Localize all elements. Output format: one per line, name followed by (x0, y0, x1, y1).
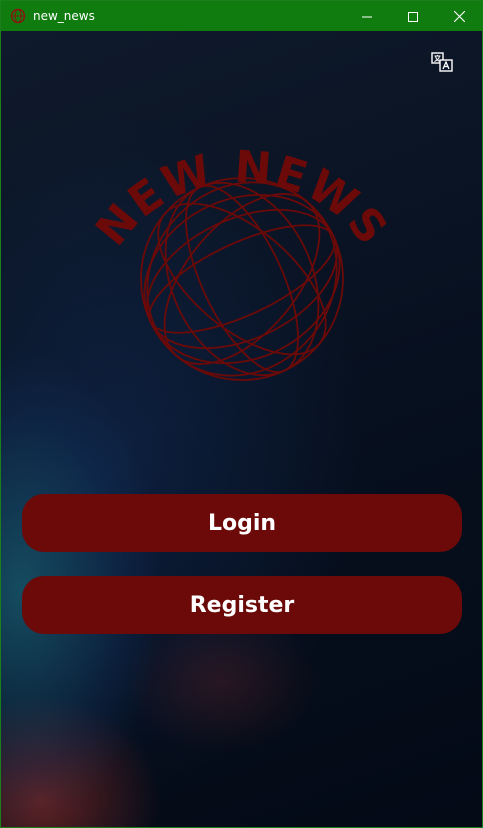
logo-text: NEW NEWS (89, 141, 395, 255)
translate-button[interactable] (430, 52, 454, 76)
maximize-button[interactable] (390, 1, 436, 31)
app-window: new_news NEW NEWS Login Register (0, 0, 483, 828)
window-controls (344, 1, 482, 31)
app-icon (10, 8, 26, 24)
maximize-icon (408, 7, 418, 26)
close-button[interactable] (436, 1, 482, 31)
close-icon (453, 7, 465, 26)
translate-icon (431, 52, 453, 76)
main-content: NEW NEWS Login Register (1, 31, 482, 827)
title-bar[interactable]: new_news (1, 1, 482, 31)
app-logo: NEW NEWS (86, 121, 396, 391)
minimize-button[interactable] (344, 1, 390, 31)
login-button[interactable]: Login (22, 494, 462, 552)
register-button[interactable]: Register (22, 576, 462, 634)
window-title: new_news (33, 9, 95, 23)
minimize-icon (362, 7, 372, 26)
